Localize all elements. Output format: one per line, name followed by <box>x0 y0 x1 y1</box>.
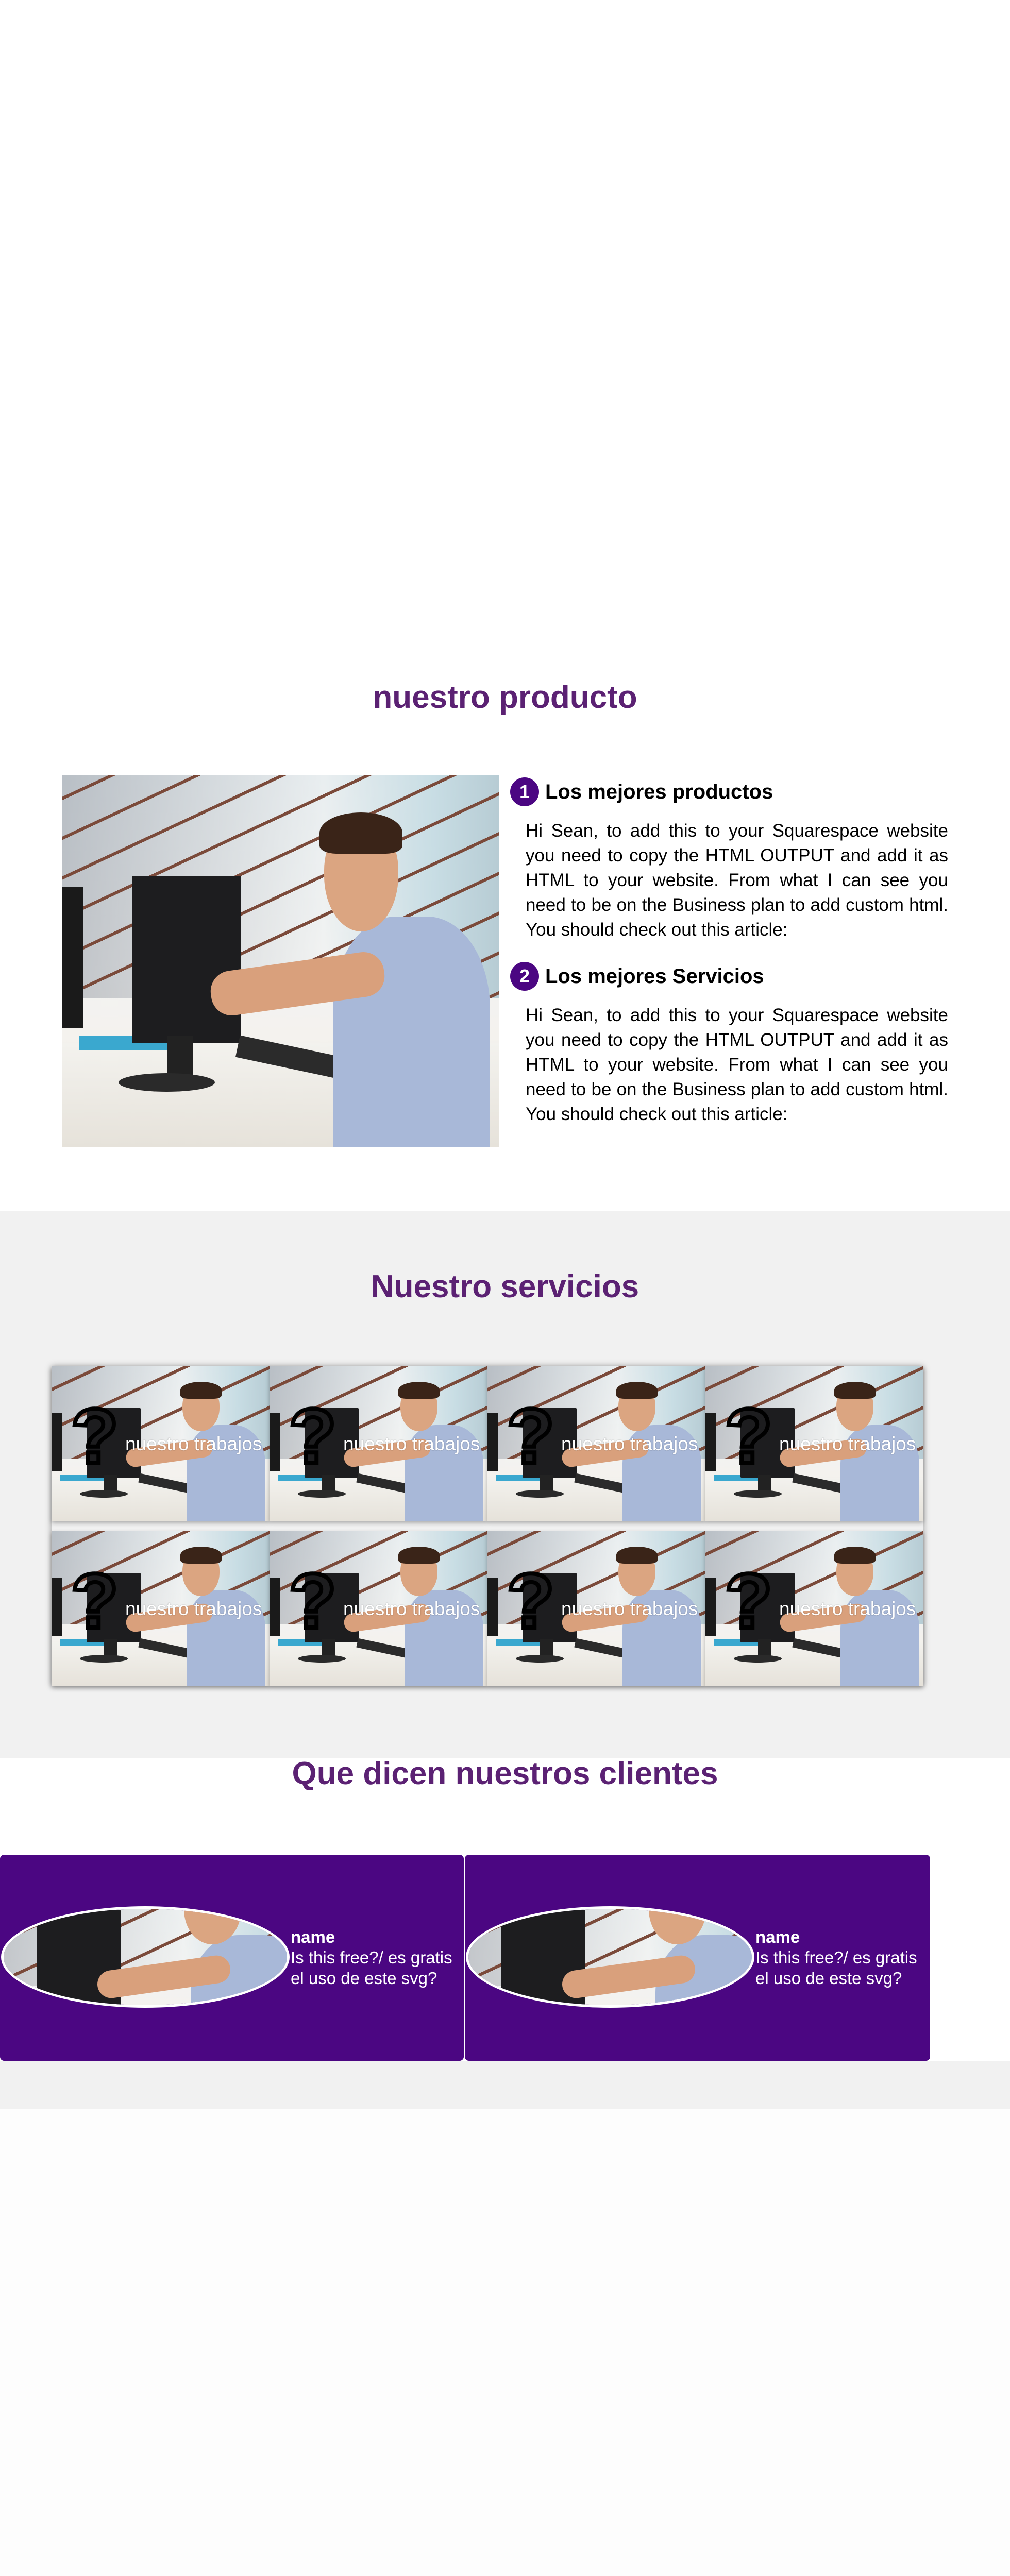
services-title: Nuestro servicios <box>371 1269 639 1304</box>
feature-text: Hi Sean, to add this to your Squarespace… <box>526 821 948 940</box>
client-quote: el uso de este svg? <box>291 1969 437 1988</box>
testimonial-card: name Is this free?/ es gratis el uso de … <box>465 1855 930 2061</box>
service-tile[interactable]: ? nuestro trabajos <box>705 1531 923 1686</box>
services-grid: ? nuestro trabajos? nuestro trabajos? nuest… <box>52 1366 923 1686</box>
product-title: nuestro producto <box>373 680 637 715</box>
question-mark-icon: ? <box>723 1557 775 1644</box>
tile-caption: nuestro trabajos <box>343 1433 480 1454</box>
feature-title: Los mejores Servicios <box>545 964 764 988</box>
tile-caption: nuestro trabajos <box>125 1598 262 1619</box>
service-tile[interactable]: ? nuestro trabajos <box>52 1366 270 1521</box>
service-tile[interactable]: ? nuestro trabajos <box>52 1531 270 1686</box>
service-tile[interactable]: ? nuestro trabajos <box>270 1531 487 1686</box>
product-image <box>62 775 499 1147</box>
service-tile[interactable]: ? nuestro trabajos <box>270 1366 487 1521</box>
clients-title: Que dicen nuestros clientes <box>292 1756 718 1791</box>
blank-header-area <box>0 0 1010 659</box>
feature-item: 2 Los mejores Servicios Hi Sean, to add … <box>510 960 948 1127</box>
tile-caption: nuestro trabajos <box>561 1598 698 1619</box>
question-mark-icon: ? <box>505 1393 557 1479</box>
tile-caption: nuestro trabajos <box>125 1433 262 1454</box>
client-name: name <box>291 1927 335 1946</box>
question-mark-icon: ? <box>69 1557 121 1644</box>
service-tile[interactable]: ? nuestro trabajos <box>487 1366 705 1521</box>
feature-title: Los mejores productos <box>545 780 773 803</box>
service-tile[interactable]: ? nuestro trabajos <box>705 1366 923 1521</box>
client-quote: Is this free?/ es gratis <box>291 1948 452 1967</box>
tile-caption: nuestro trabajos <box>343 1598 480 1619</box>
tile-caption: nuestro trabajos <box>779 1598 916 1619</box>
tile-caption: nuestro trabajos <box>561 1433 698 1454</box>
client-avatar <box>466 1906 754 2008</box>
feature-number-badge: 1 <box>510 777 539 806</box>
question-mark-icon: ? <box>69 1393 121 1479</box>
client-avatar <box>1 1906 290 2008</box>
question-mark-icon: ? <box>723 1393 775 1479</box>
feature-item: 1 Los mejores productos Hi Sean, to add … <box>510 775 948 942</box>
client-quote: Is this free?/ es gratis <box>755 1948 917 1967</box>
feature-number-badge: 2 <box>510 962 539 991</box>
question-mark-icon: ? <box>505 1557 557 1644</box>
client-name: name <box>755 1927 800 1946</box>
tile-caption: nuestro trabajos <box>779 1433 916 1454</box>
feature-text: Hi Sean, to add this to your Squarespace… <box>526 1005 948 1124</box>
testimonial-card: name Is this free?/ es gratis el uso de … <box>0 1855 464 2061</box>
service-tile[interactable]: ? nuestro trabajos <box>487 1531 705 1686</box>
footer-band <box>0 2061 1010 2109</box>
client-quote: el uso de este svg? <box>755 1969 902 1988</box>
question-mark-icon: ? <box>287 1393 339 1479</box>
question-mark-icon: ? <box>287 1557 339 1644</box>
